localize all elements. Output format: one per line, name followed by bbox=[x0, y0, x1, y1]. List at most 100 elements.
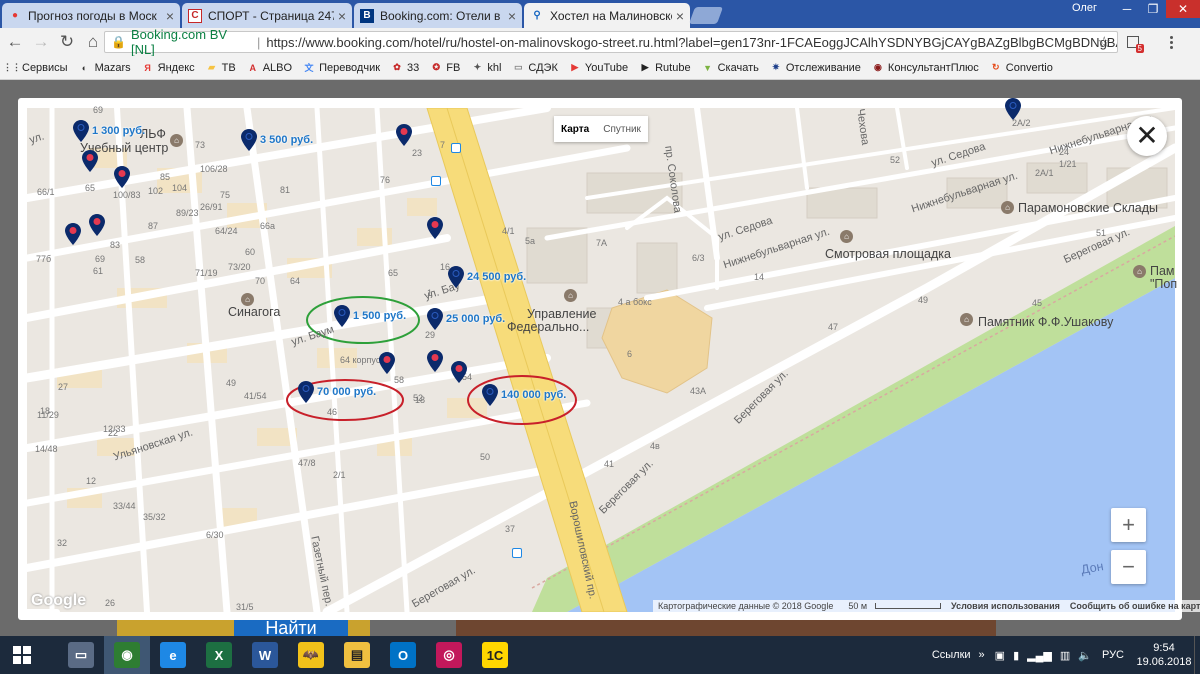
bookmark-translate[interactable]: 文 Переводчик bbox=[303, 62, 380, 74]
url-text[interactable]: https://www.booking.com/hotel/ru/hostel-… bbox=[266, 35, 1117, 50]
site-identity[interactable]: Booking.com BV [NL] bbox=[131, 27, 251, 57]
transit-stop-icon[interactable] bbox=[451, 143, 461, 153]
signal-icon[interactable]: ▂▄▆ bbox=[1027, 649, 1052, 662]
tray-app-icon[interactable]: ▣ bbox=[995, 649, 1005, 662]
bookmark-consultant[interactable]: ◉ КонсультантПлюс bbox=[872, 62, 979, 74]
taskbar-app[interactable]: e bbox=[150, 636, 196, 674]
zoom-in-button[interactable]: + bbox=[1111, 508, 1146, 542]
hotel-pin[interactable] bbox=[114, 166, 130, 188]
transit-stop-icon[interactable] bbox=[512, 548, 522, 558]
taskbar-app[interactable]: 🦇 bbox=[288, 636, 334, 674]
network-icon[interactable]: ▥ bbox=[1060, 649, 1070, 662]
volume-icon[interactable]: 🔈 bbox=[1078, 649, 1092, 662]
bookmark-yandex[interactable]: Я Яндекс bbox=[142, 62, 194, 74]
bookmark-apps[interactable]: ⋮⋮ Сервисы bbox=[3, 62, 68, 74]
search-button[interactable]: Найти bbox=[234, 620, 348, 636]
hotel-pin[interactable] bbox=[65, 223, 81, 245]
hotel-pin[interactable] bbox=[451, 361, 467, 383]
forward-icon[interactable]: → bbox=[28, 29, 54, 55]
bookmark-play[interactable]: ▶ Rutube bbox=[639, 62, 691, 74]
taskbar-app[interactable]: ▭ bbox=[58, 636, 104, 674]
government-icon[interactable]: ⌂ bbox=[564, 289, 577, 302]
profile-name[interactable]: Олег bbox=[1072, 2, 1097, 14]
bookmark-fb[interactable]: ✪ FB bbox=[430, 62, 461, 74]
map-type-toggle[interactable]: Карта Спутник bbox=[554, 116, 648, 142]
building-number: 1/21 bbox=[1059, 159, 1077, 169]
back-icon[interactable]: ← bbox=[2, 29, 28, 55]
show-desktop-button[interactable] bbox=[1194, 636, 1200, 674]
landmark-icon[interactable]: ⌂ bbox=[1001, 201, 1014, 214]
extension-icon[interactable]: 5 bbox=[1124, 33, 1144, 53]
taskbar-app[interactable]: ◎ bbox=[426, 636, 472, 674]
bookmark-youtube[interactable]: ▶ YouTube bbox=[569, 62, 628, 74]
price-pin[interactable]: 1 500 руб. bbox=[334, 305, 406, 327]
language-indicator[interactable]: РУС bbox=[1102, 649, 1124, 661]
window-close-icon[interactable]: ✕ bbox=[1166, 0, 1200, 18]
bookmark-convertio[interactable]: ↻ Convertio bbox=[990, 62, 1053, 74]
building-number: 45 bbox=[1032, 298, 1043, 308]
bookmark-33[interactable]: ✿ 33 bbox=[391, 62, 419, 74]
bookmark-khl[interactable]: ✦ khl bbox=[471, 62, 502, 74]
transit-stop-icon[interactable] bbox=[431, 176, 441, 186]
bookmark-folder[interactable]: ▰ ТВ bbox=[206, 62, 236, 74]
bookmark-albo[interactable]: A ALBO bbox=[247, 62, 292, 74]
close-map-button[interactable]: ✕ bbox=[1127, 116, 1167, 156]
price-pin[interactable]: 1 300 руб. bbox=[73, 120, 145, 142]
tab-hostel[interactable]: ⚲ Хостел на Малиновского × bbox=[524, 3, 690, 28]
hotel-pin[interactable] bbox=[82, 150, 98, 172]
bookmark-mazars[interactable]: ◐ Mazars bbox=[79, 62, 131, 74]
building-number: 64/24 bbox=[215, 226, 238, 236]
hotel-pin[interactable] bbox=[396, 124, 412, 146]
price-pin[interactable]: 140 000 руб. bbox=[482, 384, 566, 406]
zoom-out-button[interactable]: − bbox=[1111, 550, 1146, 584]
museum-icon[interactable]: ⌂ bbox=[170, 134, 183, 147]
address-bar[interactable]: 🔒 Booking.com BV [NL] | https://www.book… bbox=[104, 27, 1118, 57]
hotel-pin[interactable] bbox=[1005, 98, 1021, 120]
price-pin[interactable]: 70 000 руб. bbox=[298, 381, 376, 403]
battery-icon[interactable]: ▮ bbox=[1013, 649, 1019, 662]
close-icon[interactable]: × bbox=[338, 8, 346, 24]
hotel-pin[interactable] bbox=[427, 217, 443, 239]
synagogue-icon[interactable]: ⌂ bbox=[241, 293, 254, 306]
close-icon[interactable]: × bbox=[676, 8, 684, 24]
close-icon[interactable]: × bbox=[166, 8, 174, 24]
minimize-icon[interactable]: ─ bbox=[1114, 0, 1140, 18]
links-toolbar[interactable]: Ссылки bbox=[932, 649, 971, 661]
tab-booking[interactable]: B Booking.com: Отели в Ро × bbox=[354, 3, 522, 28]
monument-icon[interactable]: ⌂ bbox=[1133, 265, 1146, 278]
bookmark-page[interactable]: ▭ СДЭК bbox=[512, 62, 558, 74]
report-error-link[interactable]: Сообщить об ошибке на карте bbox=[1065, 601, 1200, 611]
reload-icon[interactable]: ↻ bbox=[54, 29, 80, 55]
terms-link[interactable]: Условия использования bbox=[946, 601, 1065, 611]
bookmark-star-icon[interactable]: ☆ bbox=[1098, 33, 1111, 51]
menu-icon[interactable] bbox=[1162, 33, 1180, 51]
price-pin[interactable]: 25 000 руб. bbox=[427, 308, 505, 330]
price-pin[interactable]: 3 500 руб. bbox=[241, 129, 313, 151]
close-icon[interactable]: × bbox=[508, 8, 516, 24]
tab-sport[interactable]: C СПОРТ - Страница 247 × bbox=[182, 3, 352, 28]
taskbar-app[interactable]: W bbox=[242, 636, 288, 674]
taskbar-app[interactable]: X bbox=[196, 636, 242, 674]
chevron-icon[interactable]: » bbox=[979, 649, 985, 661]
maximize-icon[interactable]: ❐ bbox=[1140, 0, 1166, 18]
bookmark-eagle[interactable]: ✷ Отслеживание bbox=[770, 62, 861, 74]
map-type-satellite[interactable]: Спутник bbox=[596, 124, 648, 135]
bookmark-android[interactable]: ▼ Скачать bbox=[702, 62, 759, 74]
map-type-map[interactable]: Карта bbox=[554, 124, 596, 135]
hotel-pin[interactable] bbox=[89, 214, 105, 236]
home-icon[interactable]: ⌂ bbox=[80, 29, 106, 55]
building-number: 41 bbox=[604, 459, 615, 469]
tab-weather[interactable]: ● Прогноз погоды в Моск × bbox=[2, 3, 180, 28]
taskbar-app[interactable]: ▤ bbox=[334, 636, 380, 674]
viewpoint-icon[interactable]: ⌂ bbox=[840, 230, 853, 243]
hotel-pin[interactable] bbox=[427, 350, 443, 372]
taskbar-app[interactable]: 1C bbox=[472, 636, 518, 674]
clock[interactable]: 9:54 19.06.2018 bbox=[1134, 641, 1194, 669]
price-pin[interactable]: 24 500 руб. bbox=[448, 266, 526, 288]
start-icon[interactable] bbox=[0, 636, 44, 674]
taskbar-app[interactable]: ◉ bbox=[104, 636, 150, 674]
new-tab-button[interactable] bbox=[688, 7, 724, 24]
hotel-pin[interactable] bbox=[379, 352, 395, 374]
monument-icon[interactable]: ⌂ bbox=[960, 313, 973, 326]
taskbar-app[interactable]: O bbox=[380, 636, 426, 674]
